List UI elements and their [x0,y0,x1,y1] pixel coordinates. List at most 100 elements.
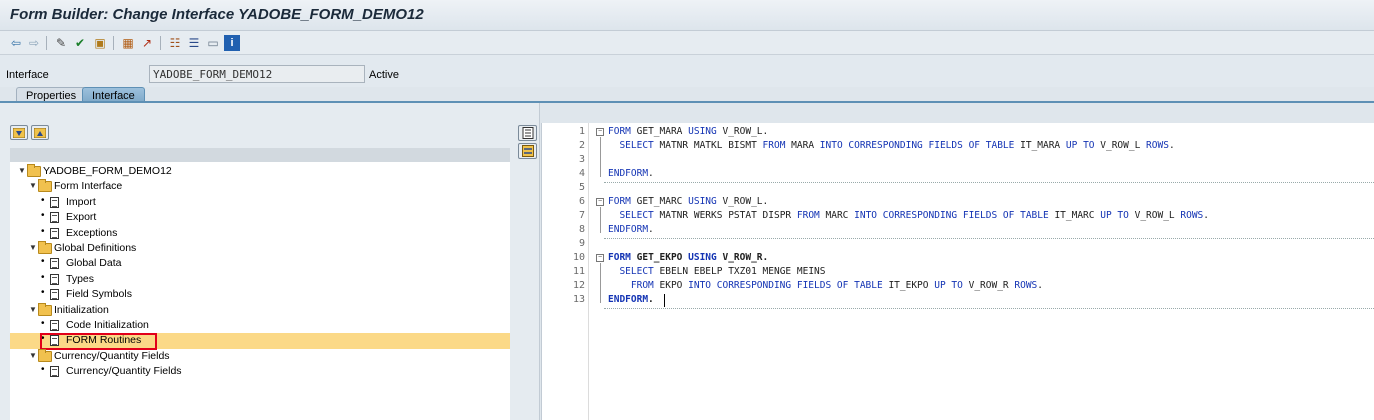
check-icon[interactable]: ▣ [92,35,108,51]
tree-node-initialization[interactable]: ▼ Initialization [10,302,510,318]
tree-node-import[interactable]: • Import [10,195,510,210]
fold-toggle-icon[interactable]: − [596,128,604,136]
code-line[interactable]: FROM EKPO INTO CORRESPONDING FIELDS OF T… [608,280,1043,291]
where-used-icon[interactable]: ☷ [167,35,183,51]
block-divider [604,182,1374,183]
copy-icon[interactable]: ↗ [139,35,155,51]
document-icon [50,196,59,208]
code-line[interactable]: ENDFORM. [608,224,654,235]
pattern-button[interactable] [518,143,537,159]
tree-node-label: Exceptions [66,226,118,239]
tree-node-types[interactable]: • Types [10,272,510,287]
toolbar-separator [160,36,161,50]
code-line[interactable]: SELECT MATNR MATKL BISMT FROM MARA INTO … [608,140,1174,151]
collapse-arrow-icon[interactable]: ▼ [29,243,37,252]
line-number: 11 [572,266,585,277]
tree-node-global-data[interactable]: • Global Data [10,256,510,271]
line-number: 5 [578,182,585,193]
tree-node-currency-quantity-fields[interactable]: • Currency/Quantity Fields [10,364,510,379]
tree-node-root[interactable]: ▼ YADOBE_FORM_DEMO12 [10,164,510,179]
tree-node-exceptions[interactable]: • Exceptions [10,226,510,241]
collapse-all-button[interactable] [31,125,49,140]
pretty-printer-button[interactable] [518,125,537,141]
collapse-arrow-icon[interactable]: ▼ [29,351,37,360]
activate-icon[interactable]: ✔ [72,35,88,51]
other-object-icon[interactable]: ▦ [120,35,136,51]
code-editor[interactable]: 1 2 3 4 5 6 7 8 9 10 11 12 13 − − − FORM… [541,123,1374,420]
toolbar-separator [46,36,47,50]
status-text: Active [369,69,399,81]
collapse-all-icon [34,127,46,138]
line-number: 7 [578,210,585,221]
fold-toggle-icon[interactable]: − [596,198,604,206]
change-display-icon[interactable]: ✎ [53,35,69,51]
block-divider [604,238,1374,239]
tree-node-export[interactable]: • Export [10,210,510,225]
toolbar-separator [113,36,114,50]
header-area: Interface YADOBE_FORM_DEMO12 Active [0,55,1374,87]
tree-node-label: Currency/Quantity Fields [66,365,182,378]
code-line[interactable]: FORM GET_EKPO USING V_ROW_R. [608,252,768,263]
tree-node-label: Import [66,195,96,208]
text-cursor [664,294,665,307]
document-icon [50,366,59,378]
code-line[interactable]: SELECT MATNR WERKS PSTAT DISPR FROM MARC… [608,210,1209,221]
application-toolbar: ⇦ ⇨ ✎ ✔ ▣ ▦ ↗ ☷ ☰ ▭ i [0,31,1374,55]
tree-node-label: Form Interface [54,180,123,193]
back-icon[interactable]: ⇦ [8,35,24,51]
tree-node-label: Field Symbols [66,288,132,301]
interface-name-field[interactable]: YADOBE_FORM_DEMO12 [149,65,365,83]
tree-node-label: Export [66,211,97,224]
tree-node-global-definitions[interactable]: ▼ Global Definitions [10,241,510,256]
tree-node-form-routines[interactable]: • FORM Routines [10,333,510,351]
tree-node-code-initialization[interactable]: • Code Initialization [10,318,510,333]
document-lines-icon [522,127,533,139]
editor-side-toolbar [518,123,537,420]
tree-node-currency-quantity-folder[interactable]: ▼ Currency/Quantity Fields [10,348,510,364]
tree-node-label: Initialization [54,303,109,316]
forward-icon[interactable]: ⇨ [26,35,42,51]
document-icon [50,289,59,301]
tree-node-form-interface[interactable]: ▼ Form Interface [10,179,510,194]
line-number: 6 [578,196,585,207]
fold-toggle-icon[interactable]: − [596,254,604,262]
document-icon [50,258,59,270]
document-icon [50,227,59,239]
tree-node-label: Types [66,272,95,285]
collapse-arrow-icon[interactable]: ▼ [29,305,37,314]
pattern-icon [521,145,534,157]
code-line[interactable]: ENDFORM. [608,294,654,305]
open-folder-icon [27,164,41,177]
tree-header [10,148,510,162]
layout-icon[interactable]: ▭ [205,35,221,51]
expand-all-button[interactable] [10,125,28,140]
line-number: 4 [578,168,585,179]
collapse-arrow-icon[interactable]: ▼ [29,181,37,190]
tree-node-label: YADOBE_FORM_DEMO12 [43,165,172,177]
tree-node-label: Currency/Quantity Fields [54,349,170,362]
code-line[interactable]: FORM GET_MARC USING V_ROW_L. [608,196,768,207]
code-line[interactable]: SELECT EBELN EBELP TXZ01 MENGE MEINS [608,266,825,277]
tree-node-label: Code Initialization [66,319,149,331]
info-icon[interactable]: i [224,35,240,51]
line-number-gutter: 1 2 3 4 5 6 7 8 9 10 11 12 13 [542,123,589,420]
open-folder-icon [38,241,52,254]
hierarchy-icon[interactable]: ☰ [186,35,202,51]
code-area[interactable]: − − − FORM GET_MARA USING V_ROW_L. SELEC… [592,123,1374,420]
line-number: 12 [572,280,585,291]
line-number: 8 [578,224,585,235]
tree-node-field-symbols[interactable]: • Field Symbols [10,287,510,302]
document-icon [50,320,59,331]
block-divider [604,308,1374,309]
open-folder-icon [38,348,52,362]
line-number: 2 [578,140,585,151]
tree-node-label: Global Definitions [54,242,137,254]
interface-label: Interface [6,69,49,81]
collapse-arrow-icon[interactable]: ▼ [18,166,26,175]
code-line[interactable]: FORM GET_MARA USING V_ROW_L. [608,126,768,137]
tree-node-label: Global Data [66,257,122,270]
open-folder-icon [38,302,52,316]
code-line[interactable]: ENDFORM. [608,168,654,179]
document-icon [50,273,59,285]
line-number: 13 [572,294,585,305]
